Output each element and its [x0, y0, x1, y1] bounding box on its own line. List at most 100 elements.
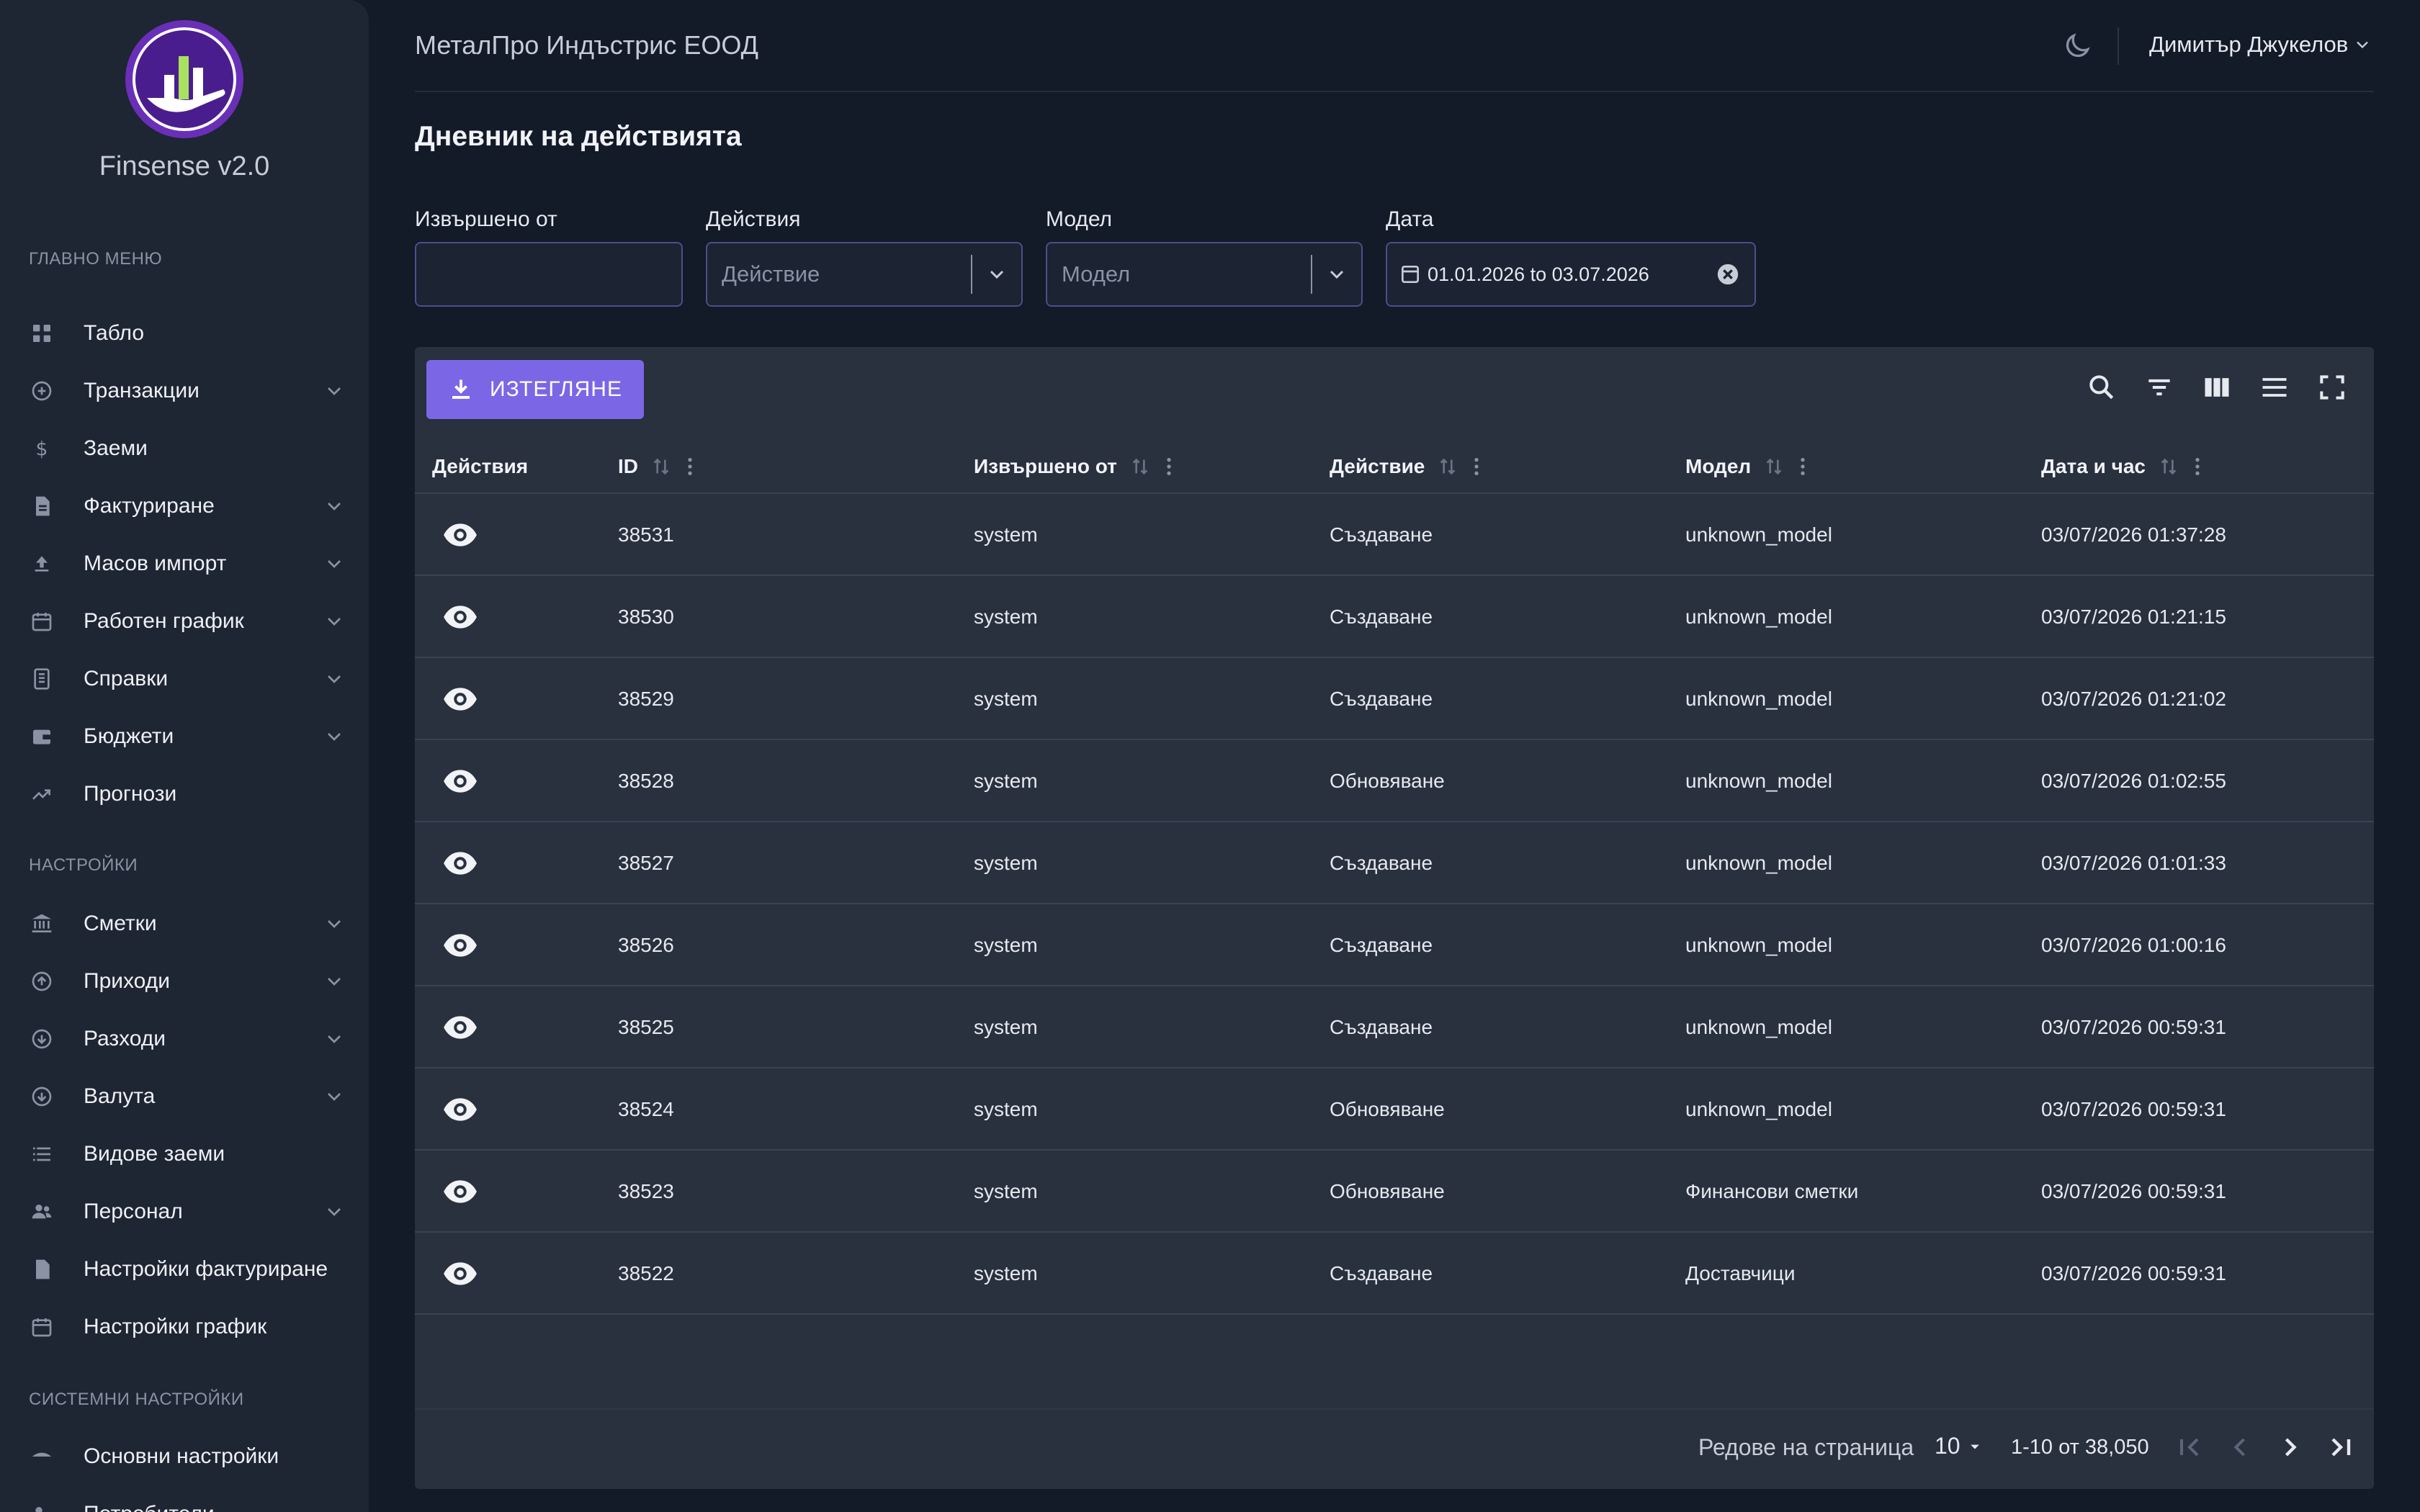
sidebar-item-general-settings[interactable]: Основни настройки: [29, 1435, 346, 1478]
chevron-down-icon: [328, 387, 341, 395]
more-vertical-icon[interactable]: [1791, 455, 1814, 478]
cell-datetime: 03/07/2026 01:21:15: [2041, 606, 2226, 628]
sidebar-item-work-schedule[interactable]: Работен график: [29, 600, 346, 643]
sidebar-item-loans[interactable]: $ Заеми: [29, 427, 346, 470]
next-page-icon[interactable]: [2275, 1431, 2306, 1463]
cell-id: 38528: [618, 770, 674, 792]
column-header-label: Дата и час: [2041, 455, 2146, 477]
sidebar-item-expenses[interactable]: Разходи: [29, 1017, 346, 1061]
sidebar-item-invoicing-settings[interactable]: Настройки фактуриране: [29, 1248, 346, 1291]
performed-by-input[interactable]: [415, 242, 683, 307]
density-icon[interactable]: [2259, 372, 2290, 403]
cell-datetime: 03/07/2026 00:59:31: [2041, 1016, 2226, 1038]
list-icon: [29, 1141, 55, 1167]
sidebar-item-dashboard[interactable]: Табло: [29, 312, 346, 355]
sidebar-item-forecasts[interactable]: Прогнози: [29, 773, 346, 816]
cell-model: unknown_model: [1685, 688, 1832, 710]
column-header-id[interactable]: ID: [618, 449, 702, 484]
chevron-down-icon[interactable]: [972, 263, 1021, 286]
sidebar-item-income[interactable]: Приходи: [29, 960, 346, 1003]
view-eye-icon[interactable]: [442, 517, 478, 553]
more-vertical-icon[interactable]: [2186, 455, 2209, 478]
app-logo[interactable]: [122, 17, 246, 141]
sort-icon[interactable]: [1129, 455, 1152, 478]
filter-icon[interactable]: [2143, 372, 2175, 403]
sidebar-item-label: Бюджети: [84, 724, 174, 748]
view-eye-icon[interactable]: [442, 599, 478, 635]
cell-model: unknown_model: [1685, 852, 1832, 874]
user-menu[interactable]: Димитър Джукелов: [2149, 32, 2372, 58]
company-name: МеталПро Индъстрис ЕООД: [415, 30, 758, 60]
more-vertical-icon[interactable]: [678, 455, 702, 478]
user-name: Димитър Джукелов: [2149, 32, 2349, 57]
sidebar: Finsense v2.0 ГЛАВНО МЕНЮ НАСТРОЙКИ СИСТ…: [0, 0, 369, 1512]
cell-action: Обновяване: [1330, 1098, 1445, 1120]
sort-icon[interactable]: [1762, 455, 1785, 478]
view-eye-icon[interactable]: [442, 1009, 478, 1045]
sidebar-item-loan-types[interactable]: Видове заеми: [29, 1133, 346, 1176]
column-header-action[interactable]: Действие: [1330, 449, 1488, 484]
cell-id: 38522: [618, 1262, 674, 1284]
header-divider: [2118, 27, 2119, 65]
chevron-down-icon: [328, 978, 341, 986]
calendar-icon: [29, 1314, 55, 1340]
column-header-model[interactable]: Модел: [1685, 449, 1814, 484]
page-title: Дневник на действията: [415, 121, 742, 152]
sidebar-item-reports[interactable]: Справки: [29, 657, 346, 701]
more-vertical-icon[interactable]: [1465, 455, 1488, 478]
cell-performed-by: system: [974, 1262, 1038, 1284]
sidebar-item-currency[interactable]: Валута: [29, 1075, 346, 1118]
sidebar-item-users[interactable]: Потребители: [29, 1493, 346, 1512]
column-header-performed-by[interactable]: Извършено от: [974, 449, 1180, 484]
cell-performed-by: system: [974, 1180, 1038, 1202]
view-eye-icon[interactable]: [442, 845, 478, 881]
cell-action: Създаване: [1330, 523, 1433, 546]
rows-per-page-select[interactable]: 10: [1935, 1433, 1985, 1459]
view-eye-icon[interactable]: [442, 1174, 478, 1210]
sidebar-item-label: Валута: [84, 1084, 156, 1108]
sidebar-item-invoicing[interactable]: Фактуриране: [29, 485, 346, 528]
previous-page-icon[interactable]: [2224, 1431, 2256, 1463]
export-button[interactable]: ИЗТЕГЛЯНЕ: [426, 360, 644, 419]
cell-action: Създаване: [1330, 1262, 1433, 1284]
rows-per-page-label: Редове на страница: [1698, 1434, 1914, 1460]
clear-icon[interactable]: [1716, 262, 1740, 287]
column-header-datetime[interactable]: Дата и час: [2041, 449, 2209, 484]
arrow-down-circle-icon: [29, 1026, 55, 1052]
sidebar-item-label: Справки: [84, 667, 169, 690]
first-page-icon[interactable]: [2174, 1431, 2205, 1463]
sidebar-item-staff[interactable]: Персонал: [29, 1190, 346, 1233]
view-eye-icon[interactable]: [442, 1092, 478, 1128]
sort-icon[interactable]: [2157, 455, 2180, 478]
row-divider: [415, 1067, 2374, 1068]
view-eye-icon[interactable]: [442, 763, 478, 799]
sidebar-item-schedule-settings[interactable]: Настройки график: [29, 1305, 346, 1349]
action-select[interactable]: Действие: [706, 242, 1023, 307]
filter-actions-label: Действия: [706, 207, 801, 231]
cell-model: unknown_model: [1685, 523, 1832, 546]
sidebar-item-bulk-import[interactable]: Масов импорт: [29, 542, 346, 585]
search-icon[interactable]: [2086, 372, 2118, 403]
view-eye-icon[interactable]: [442, 1256, 478, 1292]
columns-icon[interactable]: [2201, 372, 2233, 403]
last-page-icon[interactable]: [2325, 1431, 2357, 1463]
model-select[interactable]: Модел: [1046, 242, 1363, 307]
trending-up-icon: [29, 781, 55, 807]
sort-icon[interactable]: [650, 455, 673, 478]
cell-datetime: 03/07/2026 01:37:28: [2041, 523, 2226, 546]
row-divider: [415, 821, 2374, 822]
view-eye-icon[interactable]: [442, 927, 478, 963]
date-range-input[interactable]: 01.01.2026 to 03.07.2026: [1386, 242, 1756, 307]
view-eye-icon[interactable]: [442, 681, 478, 717]
chevron-down-icon[interactable]: [1312, 263, 1361, 286]
sidebar-item-budgets[interactable]: Бюджети: [29, 715, 346, 758]
sort-icon[interactable]: [1436, 455, 1459, 478]
moon-icon[interactable]: [2061, 30, 2093, 62]
fullscreen-icon[interactable]: [2316, 372, 2348, 403]
more-vertical-icon[interactable]: [1157, 455, 1180, 478]
row-divider: [415, 739, 2374, 740]
sidebar-item-accounts[interactable]: Сметки: [29, 902, 346, 945]
chevron-down-icon: [328, 1208, 341, 1216]
sidebar-item-transactions[interactable]: Транзакции: [29, 369, 346, 413]
cell-action: Създаване: [1330, 934, 1433, 956]
